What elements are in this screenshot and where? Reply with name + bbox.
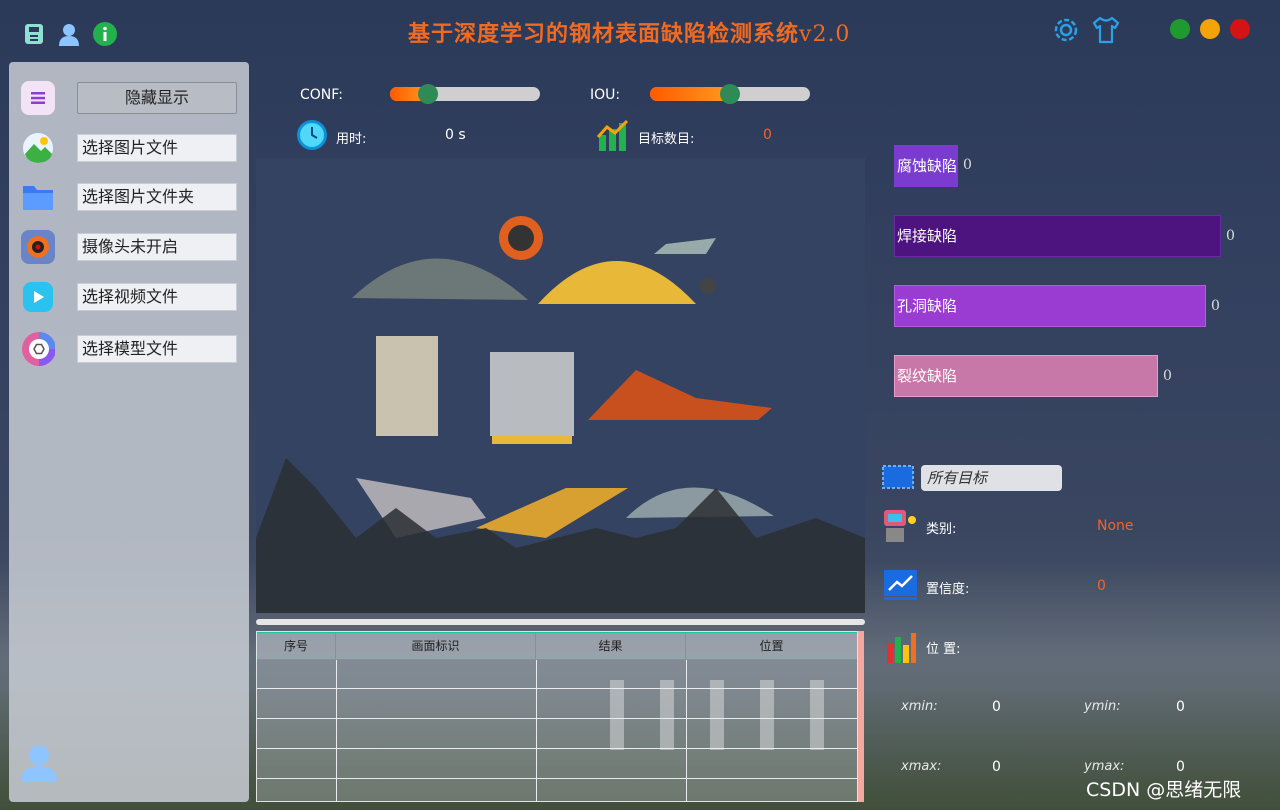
construction-materials-illustration <box>256 216 865 613</box>
select-image-button[interactable]: 选择图片文件 <box>77 134 237 162</box>
maximize-button[interactable] <box>1170 19 1190 39</box>
table-row-divider <box>257 748 857 749</box>
settings-icon[interactable] <box>1051 15 1081 45</box>
target-select[interactable]: 所有目标 <box>921 465 1062 491</box>
select-video-button[interactable]: 选择视频文件 <box>77 283 237 311</box>
watermark: CSDN @思绪无限 <box>1086 779 1242 801</box>
confidence-value: 0 <box>1097 578 1106 594</box>
iou-slider-handle[interactable] <box>720 84 740 104</box>
sidebar: 隐藏显示 选择图片文件 选择图片文件夹 摄像头未开启 选择视频文件 选择模型文件 <box>9 62 249 802</box>
column-header-position[interactable]: 位置 <box>686 632 857 660</box>
results-table[interactable]: 序号 画面标识 结果 位置 <box>256 631 858 802</box>
avatar[interactable] <box>19 742 59 782</box>
xmax-label: xmax: <box>901 759 942 774</box>
defect-count-welding: 0 <box>1226 228 1235 244</box>
defect-bar-corrosion: 腐蚀缺陷 <box>894 145 958 187</box>
conf-slider-handle[interactable] <box>417 84 438 104</box>
close-button[interactable] <box>1230 19 1250 39</box>
video-icon <box>23 282 53 312</box>
sidebar-item-model[interactable]: 选择模型文件 <box>19 331 243 367</box>
class-value: None <box>1097 518 1134 534</box>
column-header-frame[interactable]: 画面标识 <box>336 632 536 660</box>
conf-label: CONF: <box>300 87 343 103</box>
count-label: 目标数目: <box>638 132 695 147</box>
sidebar-item-image[interactable]: 选择图片文件 <box>19 130 243 166</box>
position-icon <box>885 633 917 663</box>
table-column-divider <box>336 660 337 802</box>
theme-shirt-icon[interactable] <box>1091 15 1121 45</box>
ymin-label: ymin: <box>1084 699 1121 714</box>
minimize-button[interactable] <box>1200 19 1220 39</box>
select-model-button[interactable]: 选择模型文件 <box>77 335 237 363</box>
table-row-divider <box>257 778 857 779</box>
menu-icon[interactable] <box>21 81 55 115</box>
ymin-value: 0 <box>1176 699 1185 715</box>
position-label: 位 置: <box>926 642 961 657</box>
defect-count-corrosion: 0 <box>963 157 972 173</box>
table-row-divider <box>257 688 857 689</box>
model-icon <box>21 332 55 366</box>
xmax-value: 0 <box>992 759 1001 775</box>
sidebar-item-camera[interactable]: 摄像头未开启 <box>19 229 243 265</box>
sidebar-item-folder[interactable]: 选择图片文件夹 <box>19 179 243 215</box>
time-label: 用时: <box>336 132 367 147</box>
sidebar-item-video[interactable]: 选择视频文件 <box>19 279 243 315</box>
column-header-index[interactable]: 序号 <box>257 632 336 660</box>
xmin-label: xmin: <box>901 699 938 714</box>
table-row-divider <box>257 718 857 719</box>
detection-image-display[interactable] <box>256 158 865 613</box>
clock-icon <box>296 119 328 151</box>
defect-count-hole: 0 <box>1211 298 1220 314</box>
class-label: 类别: <box>926 522 957 537</box>
table-scrollbar[interactable] <box>858 631 864 802</box>
defect-bar-welding: 焊接缺陷 <box>894 215 1221 257</box>
sidebar-toggle[interactable]: 隐藏显示 <box>19 80 243 116</box>
info-icon[interactable] <box>93 22 117 46</box>
iou-label: IOU: <box>590 87 621 103</box>
column-header-result[interactable]: 结果 <box>536 632 686 660</box>
table-header: 序号 画面标识 结果 位置 <box>257 632 857 660</box>
confidence-icon <box>884 570 917 600</box>
count-value: 0 <box>763 127 772 143</box>
table-column-divider <box>686 660 687 802</box>
ymax-label: ymax: <box>1084 759 1125 774</box>
image-icon <box>21 131 55 165</box>
table-column-divider <box>536 660 537 802</box>
ymax-value: 0 <box>1176 759 1185 775</box>
defect-bar-hole: 孔洞缺陷 <box>894 285 1206 327</box>
toggle-display-button[interactable]: 隐藏显示 <box>77 82 237 114</box>
xmin-value: 0 <box>992 699 1001 715</box>
folder-icon <box>21 180 55 214</box>
app-title: 基于深度学习的钢材表面缺陷检测系统v2.0 <box>408 21 851 47</box>
defect-count-crack: 0 <box>1163 368 1172 384</box>
save-icon[interactable] <box>22 22 46 46</box>
camera-icon <box>21 230 55 264</box>
robot-class-icon <box>881 508 919 544</box>
select-folder-button[interactable]: 选择图片文件夹 <box>77 183 237 211</box>
user-icon[interactable] <box>57 22 81 46</box>
progress-bar <box>256 619 865 625</box>
chart-icon <box>596 119 629 151</box>
defect-bar-crack: 裂纹缺陷 <box>894 355 1158 397</box>
conf-slider[interactable] <box>390 87 540 101</box>
time-value: 0 s <box>445 127 466 143</box>
target-icon <box>882 464 914 490</box>
confidence-label: 置信度: <box>926 582 970 597</box>
camera-button[interactable]: 摄像头未开启 <box>77 233 237 261</box>
